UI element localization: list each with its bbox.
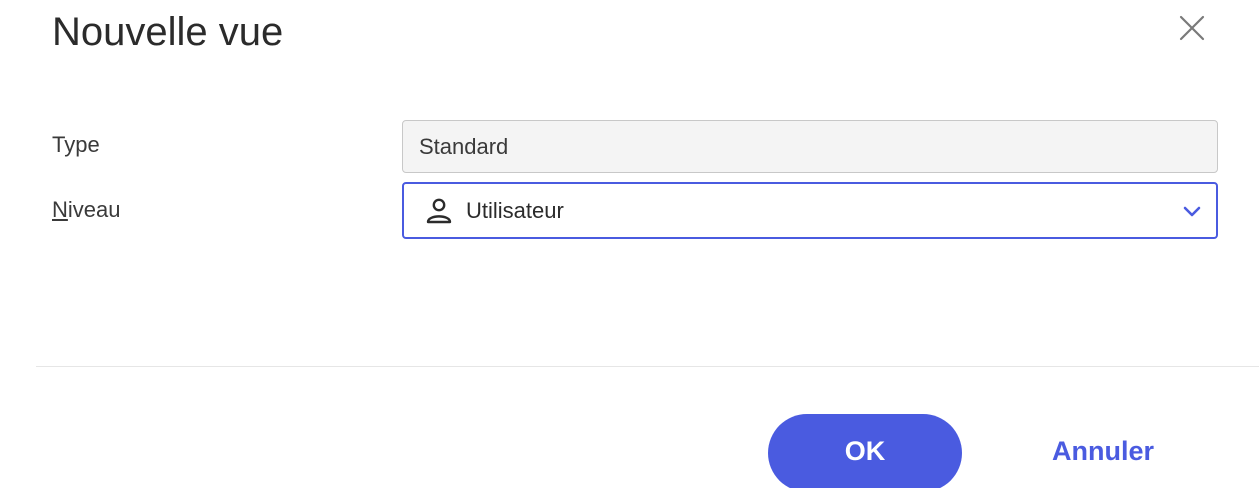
niveau-value: Utilisateur — [466, 197, 564, 223]
type-field: Standard — [402, 120, 1218, 173]
type-value: Standard — [419, 133, 509, 159]
close-icon — [1179, 15, 1205, 41]
niveau-label-rest: iveau — [67, 197, 121, 222]
user-icon — [424, 196, 454, 226]
type-label: Type — [52, 132, 100, 157]
new-view-dialog: Nouvelle vue Type Standard Niveau Utilis… — [0, 0, 1259, 488]
footer-divider — [36, 366, 1259, 367]
niveau-label-mnemonic: N — [52, 197, 68, 222]
niveau-select[interactable]: Utilisateur — [402, 182, 1218, 239]
niveau-label: Niveau — [52, 197, 120, 223]
close-button[interactable] — [1172, 8, 1212, 48]
dialog-title: Nouvelle vue — [52, 10, 284, 54]
chevron-down-icon[interactable] — [1178, 197, 1206, 225]
ok-button[interactable]: OK — [768, 414, 962, 488]
cancel-button[interactable]: Annuler — [1022, 414, 1184, 488]
